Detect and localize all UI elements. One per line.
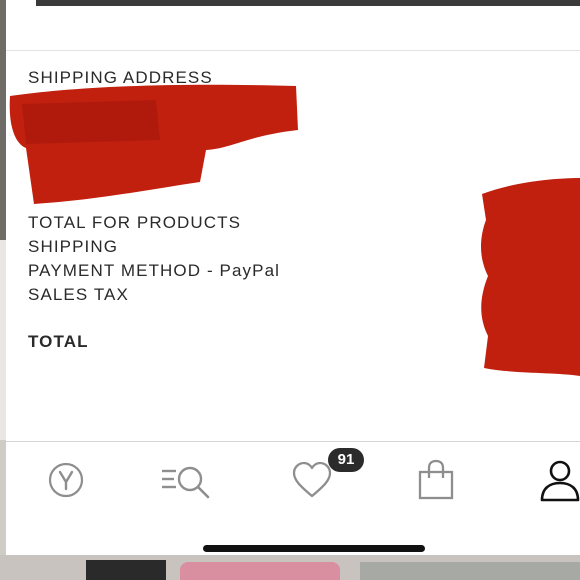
sales-tax-label: SALES TAX [28, 285, 129, 304]
amounts-redaction [481, 178, 580, 376]
photo-background [360, 562, 580, 580]
total-for-products-label: TOTAL FOR PRODUCTS [28, 213, 242, 232]
total-label: TOTAL [28, 332, 89, 351]
wishlist-count-badge: 91 [328, 448, 364, 472]
photo-background [86, 560, 166, 580]
tab-profile[interactable] [530, 452, 580, 508]
divider [6, 50, 580, 51]
photo-background [180, 562, 340, 580]
top-button-edge[interactable] [36, 0, 580, 6]
heart-icon [292, 461, 332, 498]
search-icon [162, 466, 210, 499]
order-summary-screen: SHIPPING ADDRESS TOTAL FOR PRODUCTS SHIP… [6, 0, 580, 555]
address-redaction [9, 84, 299, 204]
home-indicator[interactable] [203, 545, 425, 552]
shopping-bag-icon [418, 459, 454, 500]
shipping-label: SHIPPING [28, 237, 119, 256]
profile-icon [540, 460, 580, 502]
tab-search[interactable] [156, 452, 216, 508]
payment-method-label: PAYMENT METHOD - PayPal [28, 261, 281, 280]
tab-bar-divider [6, 441, 580, 442]
tab-home[interactable] [36, 452, 96, 508]
tab-bag[interactable] [406, 452, 466, 508]
brand-logo-icon [48, 462, 84, 498]
